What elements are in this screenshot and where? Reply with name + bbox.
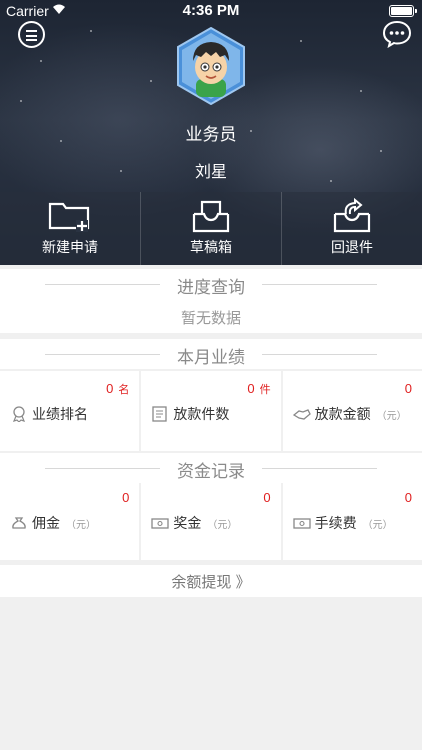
ranking-value: 0名 xyxy=(106,381,130,396)
document-icon xyxy=(152,406,167,422)
new-application-label: 新建申请 xyxy=(42,239,98,255)
performance-section-header: 本月业绩 xyxy=(0,339,422,369)
status-time: 4:36 PM xyxy=(182,2,240,19)
loan-count-card[interactable]: 0件 放款件数 xyxy=(141,371,281,451)
quick-actions-bar: 新建申请 草稿箱 回退件 xyxy=(0,192,422,265)
status-bar: Carrier 4:36 PM xyxy=(0,0,422,22)
fee-card[interactable]: 0 手续费 （元） xyxy=(282,480,422,560)
avatar[interactable] xyxy=(176,27,246,105)
progress-title: 进度查询 xyxy=(177,278,245,297)
new-application-button[interactable]: 新建申请 xyxy=(0,192,140,265)
profile-header: Carrier 4:36 PM 业务员 刘星 新建申请 草稿箱 回退件 xyxy=(0,0,422,265)
returned-items-label: 回退件 xyxy=(331,239,373,255)
return-inbox-icon xyxy=(333,198,371,233)
user-role: 业务员 xyxy=(185,125,237,144)
commission-card[interactable]: 0 佣金 （元） xyxy=(0,480,140,560)
performance-title: 本月业绩 xyxy=(177,348,245,367)
ranking-card[interactable]: 0名 业绩排名 xyxy=(0,371,140,451)
commission-label: 佣金 （元） xyxy=(10,513,96,533)
loan-count-value: 0件 xyxy=(247,381,271,396)
withdraw-balance-button[interactable]: 余额提现 》 xyxy=(0,565,422,597)
ranking-label: 业绩排名 xyxy=(10,404,88,424)
drafts-button[interactable]: 草稿箱 xyxy=(140,192,281,265)
performance-cards: 0名 业绩排名 0件 放款件数 0 放款金额 （元） xyxy=(0,371,422,451)
progress-empty-state: 暂无数据 xyxy=(0,299,422,333)
fee-value: 0 xyxy=(404,490,412,505)
funds-title: 资金记录 xyxy=(177,462,245,481)
bonus-card[interactable]: 0 奖金 （元） xyxy=(141,480,281,560)
money-bag-icon xyxy=(12,517,26,529)
battery-icon xyxy=(389,5,417,17)
chat-icon[interactable] xyxy=(382,20,412,48)
menu-button[interactable] xyxy=(18,21,45,48)
progress-section-header: 进度查询 xyxy=(0,269,422,299)
divider xyxy=(262,354,377,355)
user-name: 刘星 xyxy=(194,164,227,181)
loan-amount-card[interactable]: 0 放款金额 （元） xyxy=(282,371,422,451)
medal-icon xyxy=(12,406,26,422)
new-folder-icon xyxy=(48,202,90,232)
handshake-money-icon xyxy=(292,409,311,420)
commission-value: 0 xyxy=(122,490,130,505)
loan-count-label: 放款件数 xyxy=(151,404,229,424)
divider xyxy=(262,468,377,469)
returned-items-button[interactable]: 回退件 xyxy=(281,192,422,265)
loan-amount-label: 放款金额 （元） xyxy=(292,404,407,424)
drafts-label: 草稿箱 xyxy=(190,239,232,255)
inbox-icon xyxy=(192,200,230,233)
loan-amount-value: 0 xyxy=(404,381,412,396)
fee-label: 手续费 （元） xyxy=(293,513,393,533)
divider xyxy=(262,284,377,285)
bonus-value: 0 xyxy=(263,490,271,505)
bonus-label: 奖金 （元） xyxy=(151,513,237,533)
banknote-icon xyxy=(151,518,169,529)
funds-cards: 0 佣金 （元） 0 奖金 （元） 0 手续费 （元） xyxy=(0,480,422,560)
banknote-icon xyxy=(293,518,311,529)
funds-section-header: 资金记录 xyxy=(0,453,422,483)
